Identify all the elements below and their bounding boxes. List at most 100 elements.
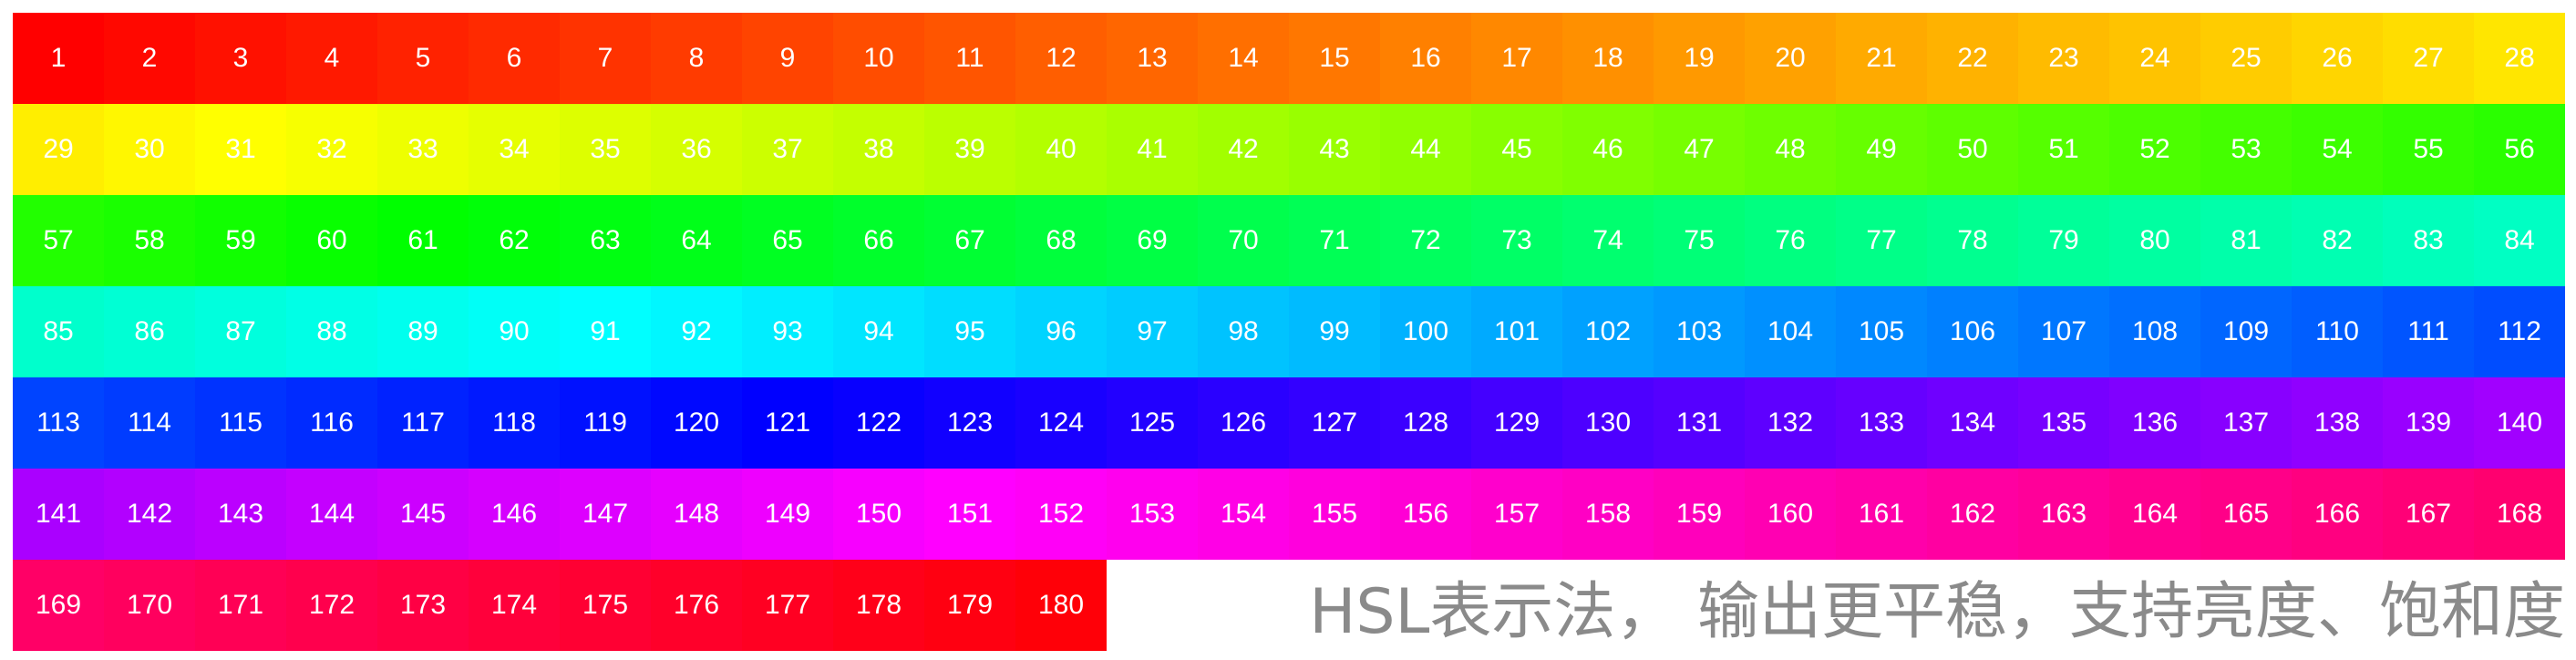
color-swatch-172: 172 — [286, 560, 377, 651]
color-swatch-117: 117 — [377, 377, 469, 469]
color-swatch-147: 147 — [560, 469, 651, 560]
color-swatch-150: 150 — [833, 469, 924, 560]
color-swatch-119: 119 — [560, 377, 651, 469]
color-swatch-18: 18 — [1562, 13, 1654, 104]
color-swatch-174: 174 — [469, 560, 560, 651]
color-swatch-87: 87 — [195, 286, 286, 377]
color-swatch-30: 30 — [104, 104, 195, 195]
color-swatch-85: 85 — [13, 286, 104, 377]
color-swatch-146: 146 — [469, 469, 560, 560]
color-swatch-8: 8 — [651, 13, 742, 104]
color-swatch-132: 132 — [1745, 377, 1836, 469]
color-swatch-170: 170 — [104, 560, 195, 651]
color-swatch-42: 42 — [1198, 104, 1289, 195]
color-swatch-176: 176 — [651, 560, 742, 651]
color-swatch-118: 118 — [469, 377, 560, 469]
color-swatch-124: 124 — [1015, 377, 1107, 469]
color-swatch-78: 78 — [1927, 195, 2018, 286]
color-swatch-133: 133 — [1836, 377, 1927, 469]
color-swatch-130: 130 — [1562, 377, 1654, 469]
color-swatch-68: 68 — [1015, 195, 1107, 286]
color-swatch-134: 134 — [1927, 377, 2018, 469]
color-swatch-12: 12 — [1015, 13, 1107, 104]
color-swatch-32: 32 — [286, 104, 377, 195]
color-swatch-120: 120 — [651, 377, 742, 469]
color-swatch-6: 6 — [469, 13, 560, 104]
color-swatch-9: 9 — [742, 13, 833, 104]
color-swatch-17: 17 — [1471, 13, 1562, 104]
color-swatch-151: 151 — [924, 469, 1015, 560]
color-swatch-128: 128 — [1380, 377, 1471, 469]
color-swatch-15: 15 — [1289, 13, 1380, 104]
color-swatch-5: 5 — [377, 13, 469, 104]
color-swatch-74: 74 — [1562, 195, 1654, 286]
color-swatch-1: 1 — [13, 13, 104, 104]
color-swatch-125: 125 — [1107, 377, 1198, 469]
color-swatch-98: 98 — [1198, 286, 1289, 377]
color-swatch-70: 70 — [1198, 195, 1289, 286]
color-swatch-43: 43 — [1289, 104, 1380, 195]
color-swatch-10: 10 — [833, 13, 924, 104]
color-swatch-127: 127 — [1289, 377, 1380, 469]
color-swatch-52: 52 — [2109, 104, 2200, 195]
color-swatch-143: 143 — [195, 469, 286, 560]
color-swatch-73: 73 — [1471, 195, 1562, 286]
color-swatch-53: 53 — [2200, 104, 2292, 195]
color-swatch-16: 16 — [1380, 13, 1471, 104]
color-swatch-153: 153 — [1107, 469, 1198, 560]
color-swatch-2: 2 — [104, 13, 195, 104]
color-swatch-121: 121 — [742, 377, 833, 469]
color-swatch-142: 142 — [104, 469, 195, 560]
color-swatch-108: 108 — [2109, 286, 2200, 377]
color-swatch-129: 129 — [1471, 377, 1562, 469]
color-swatch-7: 7 — [560, 13, 651, 104]
color-swatch-180: 180 — [1015, 560, 1107, 651]
color-swatch-55: 55 — [2383, 104, 2474, 195]
color-swatch-66: 66 — [833, 195, 924, 286]
color-swatch-140: 140 — [2474, 377, 2565, 469]
color-swatch-50: 50 — [1927, 104, 2018, 195]
color-swatch-109: 109 — [2200, 286, 2292, 377]
color-swatch-84: 84 — [2474, 195, 2565, 286]
color-swatch-57: 57 — [13, 195, 104, 286]
color-swatch-94: 94 — [833, 286, 924, 377]
color-swatch-45: 45 — [1471, 104, 1562, 195]
color-swatch-80: 80 — [2109, 195, 2200, 286]
color-swatch-39: 39 — [924, 104, 1015, 195]
color-swatch-40: 40 — [1015, 104, 1107, 195]
color-swatch-105: 105 — [1836, 286, 1927, 377]
color-swatch-28: 28 — [2474, 13, 2565, 104]
color-swatch-137: 137 — [2200, 377, 2292, 469]
color-swatch-177: 177 — [742, 560, 833, 651]
color-swatch-61: 61 — [377, 195, 469, 286]
hsl-color-grid: 1 2 3 4 5 6 7 8 9 10 11 12 13 14 15 16 17 18 19 20 21 22 23 24 2… — [13, 13, 2565, 651]
color-swatch-13: 13 — [1107, 13, 1198, 104]
color-swatch-81: 81 — [2200, 195, 2292, 286]
color-swatch-116: 116 — [286, 377, 377, 469]
color-swatch-175: 175 — [560, 560, 651, 651]
color-swatch-4: 4 — [286, 13, 377, 104]
color-swatch-107: 107 — [2018, 286, 2109, 377]
color-swatch-90: 90 — [469, 286, 560, 377]
color-swatch-25: 25 — [2200, 13, 2292, 104]
color-swatch-102: 102 — [1562, 286, 1654, 377]
color-swatch-152: 152 — [1015, 469, 1107, 560]
color-swatch-159: 159 — [1654, 469, 1745, 560]
color-swatch-35: 35 — [560, 104, 651, 195]
color-swatch-59: 59 — [195, 195, 286, 286]
color-swatch-72: 72 — [1380, 195, 1471, 286]
color-swatch-158: 158 — [1562, 469, 1654, 560]
color-swatch-113: 113 — [13, 377, 104, 469]
color-swatch-168: 168 — [2474, 469, 2565, 560]
color-swatch-58: 58 — [104, 195, 195, 286]
color-swatch-96: 96 — [1015, 286, 1107, 377]
color-swatch-154: 154 — [1198, 469, 1289, 560]
color-swatch-48: 48 — [1745, 104, 1836, 195]
color-swatch-69: 69 — [1107, 195, 1198, 286]
color-swatch-60: 60 — [286, 195, 377, 286]
color-swatch-63: 63 — [560, 195, 651, 286]
color-swatch-95: 95 — [924, 286, 1015, 377]
color-swatch-79: 79 — [2018, 195, 2109, 286]
color-swatch-92: 92 — [651, 286, 742, 377]
color-swatch-82: 82 — [2292, 195, 2383, 286]
